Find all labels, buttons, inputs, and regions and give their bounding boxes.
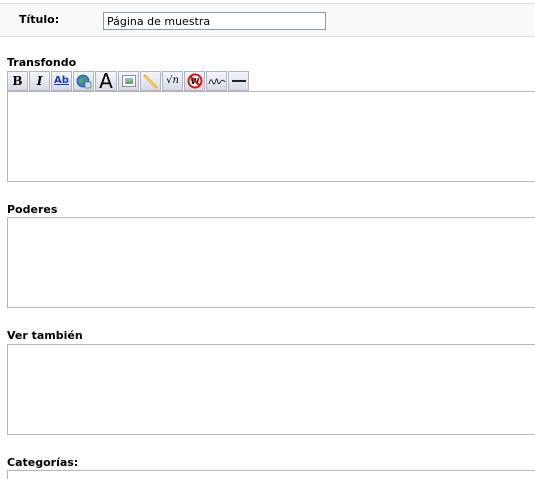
math-formula-button[interactable]: √n [162,70,183,91]
transfondo-textarea[interactable] [7,91,535,182]
ver-tambien-textarea[interactable] [7,344,535,435]
media-file-icon [143,74,157,88]
internal-link-button[interactable]: Ab [51,70,72,91]
title-input[interactable] [103,12,326,30]
italic-icon: I [36,73,43,88]
section-label-poderes: Poderes [7,203,58,216]
embedded-image-button[interactable] [118,70,139,91]
nowiki-icon: W [187,73,202,88]
external-link-button[interactable] [73,70,94,91]
italic-button[interactable]: I [29,70,50,91]
media-file-button[interactable] [140,70,161,91]
categorias-textarea[interactable] [7,470,535,479]
horizontal-line-button[interactable] [228,70,249,91]
bold-icon: B [12,73,23,88]
section-label-transfondo: Transfondo [7,56,77,69]
section-label-ver-tambien: Ver también [7,329,83,342]
headline-button[interactable]: A [95,68,117,93]
external-link-icon [76,74,91,88]
internal-link-icon: Ab [54,75,69,86]
signature-icon [208,78,225,84]
section-label-categorias: Categorías: [7,456,79,469]
horizontal-line-icon [231,79,246,82]
bold-button[interactable]: B [7,70,28,91]
title-label: Título: [19,13,60,26]
headline-icon: A [99,68,113,93]
math-formula-icon: √n [166,75,179,86]
signature-button[interactable] [206,70,227,91]
edit-form: Título: Transfondo B I Ab A [0,0,535,479]
edit-toolbar: B I Ab A √n [7,70,250,91]
poderes-textarea[interactable] [7,217,535,308]
title-row: Título: [0,3,535,37]
nowiki-button[interactable]: W [184,70,205,91]
embedded-image-icon [121,74,136,87]
